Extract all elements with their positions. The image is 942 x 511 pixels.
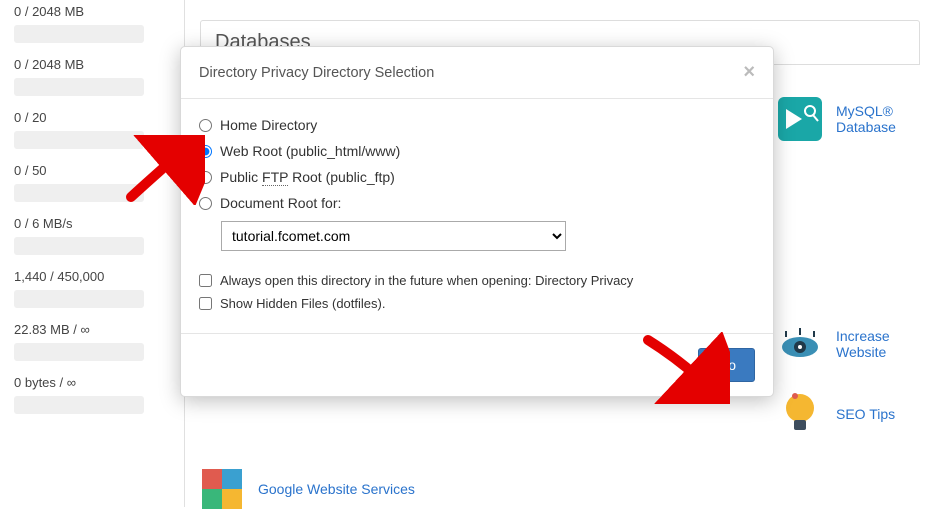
puzzle-icon bbox=[200, 467, 244, 511]
link-label: SEO Tips bbox=[836, 406, 895, 422]
stat-bar bbox=[14, 343, 144, 361]
radio-label: Home Directory bbox=[220, 117, 317, 133]
bulb-icon bbox=[778, 392, 822, 436]
radio-label: Public FTP Root (public_ftp) bbox=[220, 169, 395, 185]
checkbox-always-open[interactable]: Always open this directory in the future… bbox=[199, 273, 755, 288]
annotation-arrow-icon bbox=[125, 135, 205, 205]
link-label: Google Website Services bbox=[258, 481, 415, 497]
close-icon[interactable]: × bbox=[743, 61, 755, 84]
stat-label: 0 / 2048 MB bbox=[4, 0, 184, 25]
stat-label: 0 bytes / ∞ bbox=[4, 371, 184, 396]
radio-public-ftp[interactable]: Public FTP Root (public_ftp) bbox=[199, 169, 755, 185]
radio-label: Document Root for: bbox=[220, 195, 341, 211]
sidebar: 0 / 2048 MB 0 / 2048 MB 0 / 20 0 / 50 0 … bbox=[0, 0, 185, 507]
link-label: MySQL® Database bbox=[836, 103, 942, 135]
document-root-select-wrap: tutorial.fcomet.com bbox=[221, 221, 755, 251]
link-label: Increase Website bbox=[836, 328, 942, 360]
stat-item: 0 / 6 MB/s bbox=[4, 212, 184, 255]
stat-bar bbox=[14, 25, 144, 43]
link-increase[interactable]: Increase Website bbox=[778, 322, 942, 366]
radio-label: Web Root (public_html/www) bbox=[220, 143, 400, 159]
stat-item: 0 bytes / ∞ bbox=[4, 371, 184, 414]
stat-bar bbox=[14, 237, 144, 255]
checkbox-label: Always open this directory in the future… bbox=[220, 273, 633, 288]
modal-header: Directory Privacy Directory Selection × bbox=[181, 47, 773, 99]
annotation-arrow-icon bbox=[640, 332, 730, 404]
checkbox-input[interactable] bbox=[199, 274, 212, 287]
stat-label: 0 / 20 bbox=[4, 106, 184, 131]
stat-item: 0 / 2048 MB bbox=[4, 53, 184, 96]
document-root-select[interactable]: tutorial.fcomet.com bbox=[221, 221, 566, 251]
link-mysql[interactable]: MySQL® Database bbox=[778, 97, 942, 141]
eye-icon bbox=[778, 322, 822, 366]
radio-home-directory[interactable]: Home Directory bbox=[199, 117, 755, 133]
checkbox-label: Show Hidden Files (dotfiles). bbox=[220, 296, 385, 311]
radio-web-root[interactable]: Web Root (public_html/www) bbox=[199, 143, 755, 159]
checkbox-show-hidden[interactable]: Show Hidden Files (dotfiles). bbox=[199, 296, 755, 311]
link-google[interactable]: Google Website Services bbox=[200, 467, 415, 511]
stat-label: 0 / 2048 MB bbox=[4, 53, 184, 78]
stat-bar bbox=[14, 78, 144, 96]
stat-bar bbox=[14, 290, 144, 308]
modal-body: Home Directory Web Root (public_html/www… bbox=[181, 99, 773, 334]
radio-input[interactable] bbox=[199, 119, 212, 132]
checkbox-input[interactable] bbox=[199, 297, 212, 310]
database-icon bbox=[778, 97, 822, 141]
radio-document-root[interactable]: Document Root for: bbox=[199, 195, 755, 211]
stat-bar bbox=[14, 396, 144, 414]
stat-item: 1,440 / 450,000 bbox=[4, 265, 184, 308]
stat-item: 0 / 2048 MB bbox=[4, 0, 184, 43]
stat-item: 22.83 MB / ∞ bbox=[4, 318, 184, 361]
stat-label: 0 / 6 MB/s bbox=[4, 212, 184, 237]
stat-label: 1,440 / 450,000 bbox=[4, 265, 184, 290]
modal-title: Directory Privacy Directory Selection bbox=[199, 65, 434, 81]
link-seo[interactable]: SEO Tips bbox=[778, 392, 895, 436]
stat-label: 22.83 MB / ∞ bbox=[4, 318, 184, 343]
